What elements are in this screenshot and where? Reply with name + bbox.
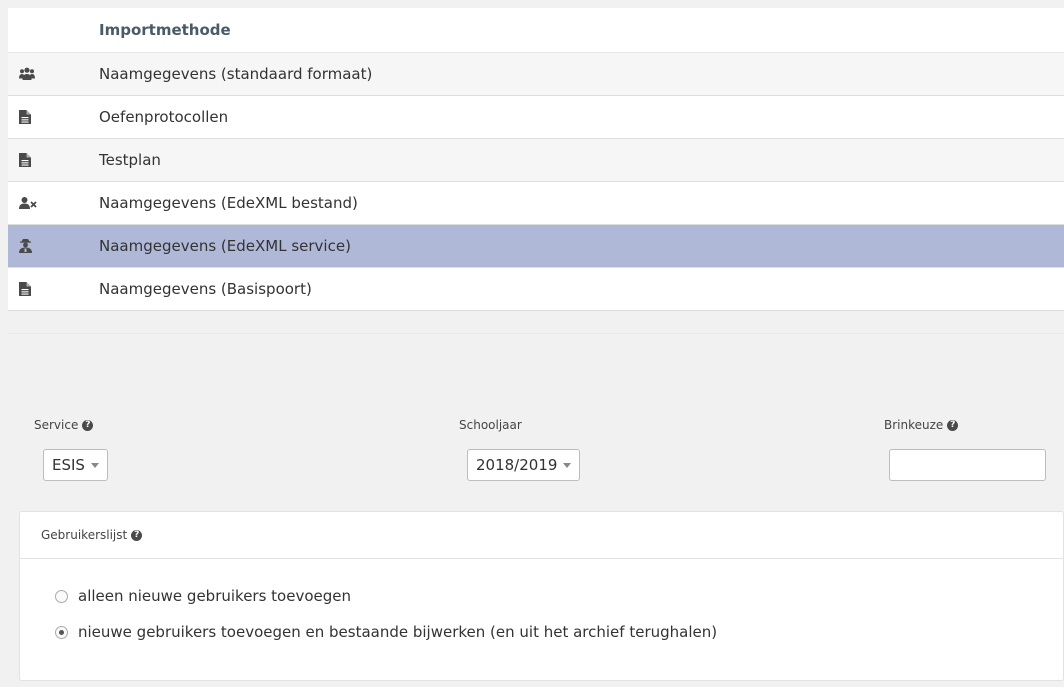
table-row-naamgegevens-standaard[interactable]: Naamgegevens (standaard formaat)	[8, 53, 1064, 96]
radio-option-nieuwe-en-bestaande[interactable]: nieuwe gebruikers toevoegen en bestaande…	[55, 623, 717, 641]
brinkeuze-input[interactable]	[889, 449, 1046, 481]
row-label: Naamgegevens (Basispoort)	[99, 280, 312, 298]
divider	[8, 333, 1064, 334]
file-text-icon	[8, 110, 99, 124]
user-times-icon	[8, 196, 99, 210]
file-text-icon	[8, 153, 99, 167]
service-select-value: ESIS	[52, 456, 85, 474]
radio-label: alleen nieuwe gebruikers toevoegen	[78, 587, 352, 605]
column-header-importmethode: Importmethode	[99, 21, 231, 39]
table-row-testplan[interactable]: Testplan	[8, 139, 1064, 182]
schooljaar-select-value: 2018/2019	[476, 456, 558, 474]
table-row-basispoort[interactable]: Naamgegevens (Basispoort)	[8, 268, 1064, 311]
radio-label: nieuwe gebruikers toevoegen en bestaande…	[78, 623, 718, 641]
row-label: Naamgegevens (EdeXML service)	[99, 237, 351, 255]
users-icon	[8, 67, 99, 81]
schooljaar-select[interactable]: 2018/2019	[467, 449, 581, 481]
gebruikerslijst-title: Gebruikerslijst	[41, 528, 128, 542]
row-label: Naamgegevens (standaard formaat)	[99, 65, 373, 83]
radio-button[interactable]	[55, 625, 68, 639]
row-label: Testplan	[99, 151, 161, 169]
schooljaar-label-text: Schooljaar	[459, 418, 522, 432]
import-method-table: Importmethode Naamgegevens (standaard fo…	[8, 8, 1064, 311]
service-select[interactable]: ESIS	[43, 449, 108, 481]
row-label: Naamgegevens (EdeXML bestand)	[99, 194, 358, 212]
help-icon[interactable]: ?	[82, 419, 94, 431]
brinkeuze-label: Brinkeuze ?	[884, 418, 959, 432]
user-secret-icon	[8, 239, 99, 253]
service-label: Service ?	[34, 418, 94, 432]
table-row-oefenprotocollen[interactable]: Oefenprotocollen	[8, 96, 1064, 139]
radio-option-alleen-nieuwe[interactable]: alleen nieuwe gebruikers toevoegen	[55, 587, 351, 605]
gebruikerslijst-panel: Gebruikerslijst ? alleen nieuwe gebruike…	[19, 511, 1064, 681]
table-row-edexml-bestand[interactable]: Naamgegevens (EdeXML bestand)	[8, 182, 1064, 225]
panel-header: Gebruikerslijst ?	[20, 512, 1063, 559]
help-icon[interactable]: ?	[947, 419, 959, 431]
row-label: Oefenprotocollen	[99, 108, 229, 126]
caret-down-icon	[90, 462, 99, 468]
file-text-icon	[8, 282, 99, 296]
schooljaar-label: Schooljaar	[459, 418, 522, 432]
brinkeuze-label-text: Brinkeuze	[884, 418, 944, 432]
service-label-text: Service	[34, 418, 79, 432]
table-row-edexml-service[interactable]: Naamgegevens (EdeXML service)	[8, 225, 1064, 268]
help-icon[interactable]: ?	[131, 529, 143, 541]
radio-button[interactable]	[55, 589, 68, 603]
table-header: Importmethode	[8, 8, 1064, 53]
caret-down-icon	[563, 462, 572, 468]
